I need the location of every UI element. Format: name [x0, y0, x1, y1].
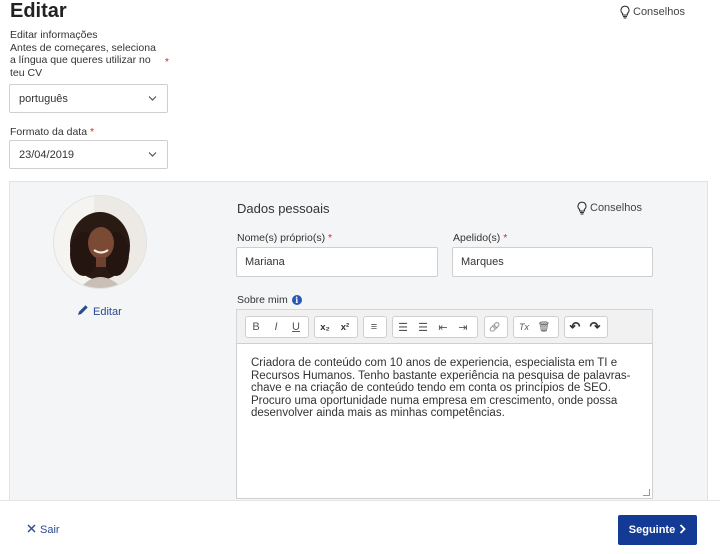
last-name-input[interactable]: Marques: [452, 247, 653, 277]
chevron-down-icon: [148, 149, 157, 160]
about-me-label: Sobre mim i: [237, 294, 302, 306]
edit-photo-link[interactable]: Editar: [77, 304, 122, 319]
first-name-label-text: Nome(s) próprio(s): [237, 232, 326, 244]
first-name-label: Nome(s) próprio(s) *: [237, 232, 332, 244]
indent-icon[interactable]: ⇥: [453, 317, 473, 337]
last-name-value: Marques: [461, 256, 504, 268]
subscript-button[interactable]: x₂: [315, 317, 335, 337]
tips-link[interactable]: Conselhos: [619, 5, 685, 19]
lightbulb-icon: [576, 201, 588, 215]
align-group: ≡: [363, 316, 387, 338]
profile-photo: [54, 196, 146, 288]
first-name-input[interactable]: Mariana: [236, 247, 438, 277]
avatar[interactable]: [54, 196, 146, 288]
next-label: Seguinte: [628, 524, 676, 536]
align-icon[interactable]: ≡: [364, 317, 384, 337]
language-prompt-text: Antes de começares, seleciona a língua q…: [10, 41, 156, 79]
footer-bar: [0, 500, 720, 554]
clear-group: Tx 🗑: [513, 316, 559, 338]
next-button[interactable]: Seguinte: [618, 515, 697, 545]
history-group: ↶ ↷: [564, 316, 608, 338]
page-title: Editar: [10, 0, 67, 22]
lightbulb-icon: [619, 5, 631, 19]
about-me-editor[interactable]: Criadora de conteúdo com 10 anos de expe…: [236, 343, 653, 499]
list-group: ☰ ☰ ⇤ ⇥: [392, 316, 478, 338]
required-mark: *: [328, 232, 333, 244]
script-group: x₂ x²: [314, 316, 358, 338]
intro-heading: Editar informações: [10, 29, 98, 41]
section-title: Dados pessoais: [237, 201, 330, 216]
clear-format-icon[interactable]: Tx: [514, 317, 534, 337]
info-icon[interactable]: i: [291, 295, 302, 305]
required-mark: *: [164, 55, 169, 68]
link-group: 🔗: [484, 316, 508, 338]
last-name-label: Apelido(s) *: [453, 232, 507, 244]
underline-button[interactable]: U: [286, 317, 306, 337]
resize-handle[interactable]: [643, 489, 650, 496]
format-group: B I U: [245, 316, 309, 338]
edit-photo-label: Editar: [93, 305, 122, 318]
editor-toolbar: B I U x₂ x² ≡ ☰ ☰ ⇤ ⇥ 🔗 Tx 🗑 ↶ ↷: [236, 309, 653, 344]
about-me-label-text: Sobre mim: [237, 294, 288, 306]
last-name-label-text: Apelido(s): [453, 232, 501, 244]
required-mark: *: [89, 126, 95, 138]
close-icon: [27, 524, 36, 536]
language-select[interactable]: português: [9, 84, 168, 113]
language-prompt: Antes de começares, seleciona a língua q…: [10, 42, 175, 80]
undo-icon[interactable]: ↶: [565, 317, 585, 337]
exit-label: Sair: [40, 524, 60, 536]
date-format-select[interactable]: 23/04/2019: [9, 140, 168, 169]
exit-link[interactable]: Sair: [27, 524, 60, 536]
date-format-value: 23/04/2019: [19, 148, 75, 161]
numbered-list-icon[interactable]: ☰: [393, 317, 413, 337]
tips-link[interactable]: Conselhos: [576, 201, 642, 215]
tips-label: Conselhos: [633, 6, 685, 18]
italic-button[interactable]: I: [266, 317, 286, 337]
pencil-icon: [77, 304, 89, 319]
date-format-label: Formato da data *: [10, 126, 94, 138]
chevron-right-icon: [679, 523, 686, 537]
date-format-label-text: Formato da data: [10, 126, 88, 138]
bold-button[interactable]: B: [246, 317, 266, 337]
first-name-value: Mariana: [245, 256, 285, 268]
required-mark: *: [503, 232, 508, 244]
bullet-list-icon[interactable]: ☰: [413, 317, 433, 337]
tips-label: Conselhos: [590, 202, 642, 214]
superscript-button[interactable]: x²: [335, 317, 355, 337]
link-icon[interactable]: 🔗: [485, 317, 505, 337]
trash-icon[interactable]: 🗑: [534, 317, 554, 337]
language-select-value: português: [19, 92, 68, 105]
redo-icon[interactable]: ↷: [585, 317, 605, 337]
chevron-down-icon: [148, 93, 157, 104]
about-me-text: Criadora de conteúdo com 10 anos de expe…: [251, 357, 631, 419]
intro-text: Editar informações Antes de começares, s…: [10, 29, 175, 79]
outdent-icon[interactable]: ⇤: [433, 317, 453, 337]
